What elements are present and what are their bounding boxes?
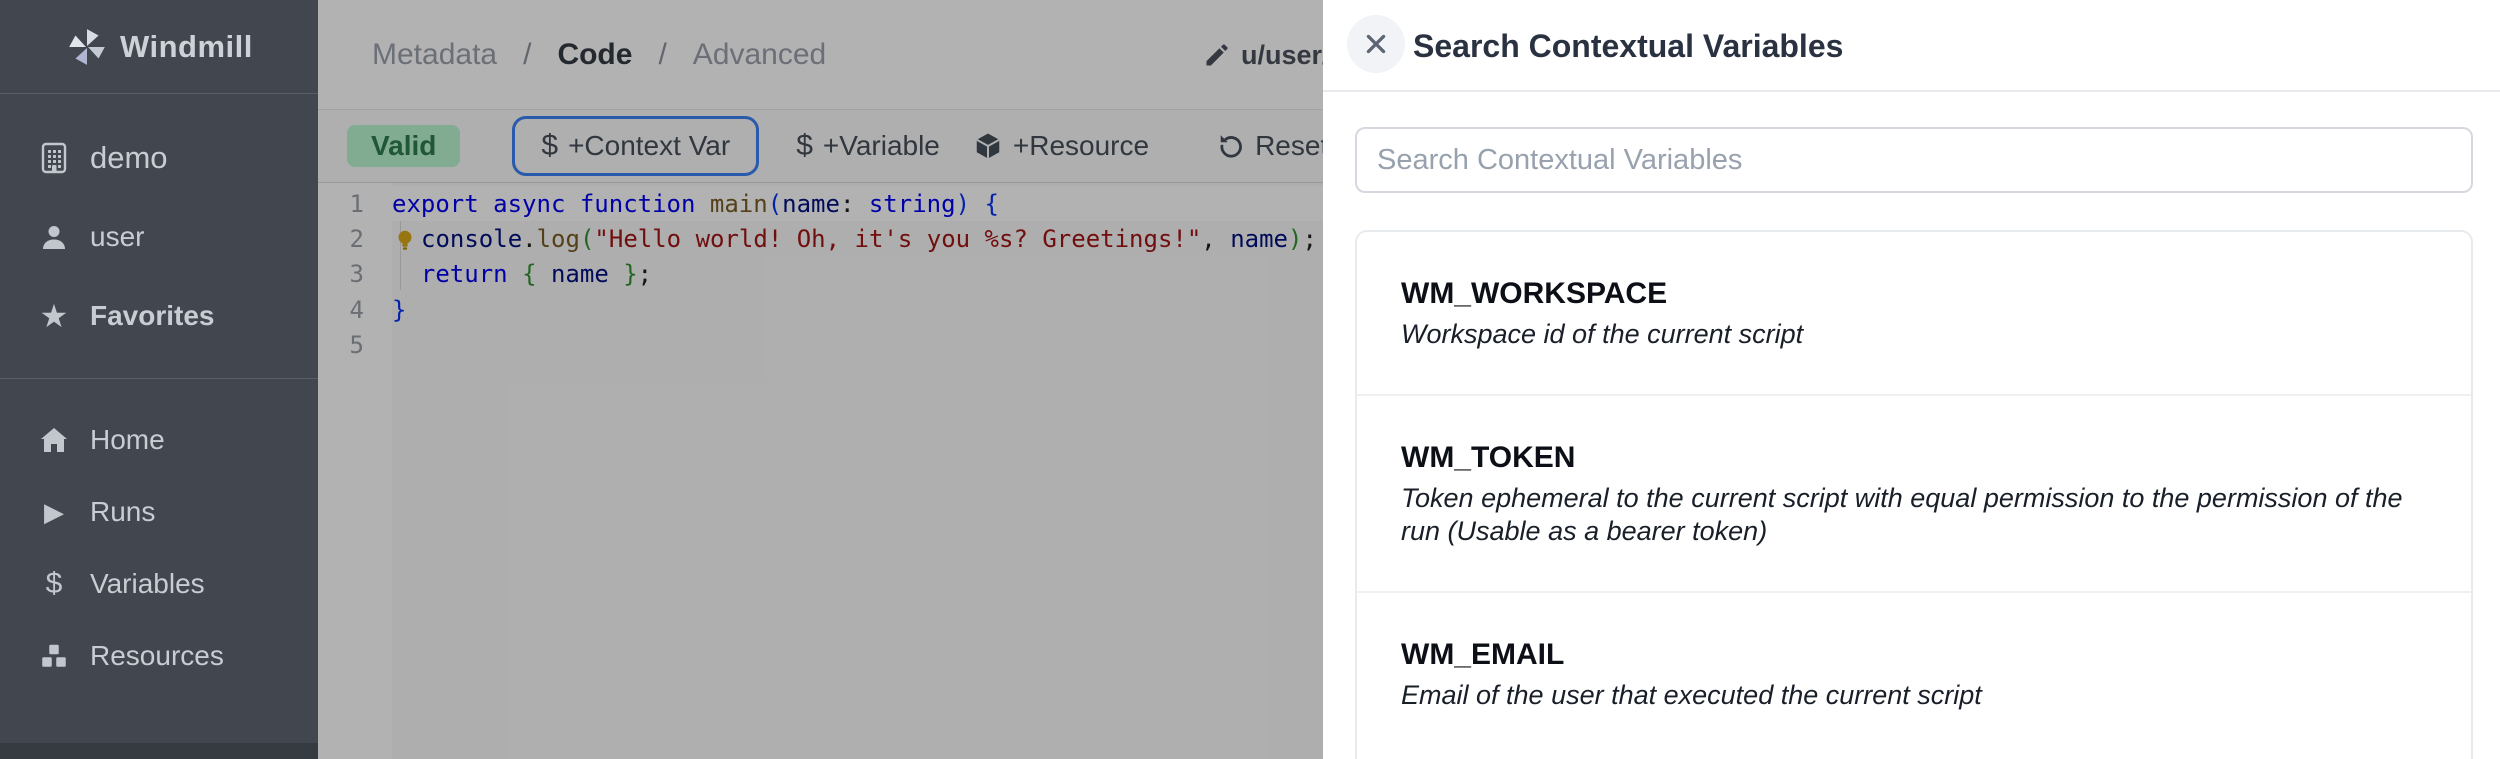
variable-description: Workspace id of the current script [1401, 318, 2427, 352]
windmill-logo-text: Windmill [120, 29, 253, 65]
close-drawer-button[interactable] [1347, 15, 1405, 73]
sidebar-item-runs[interactable]: ▶ Runs [0, 476, 318, 548]
variable-name: WM_EMAIL [1401, 638, 2427, 672]
windmill-logo-icon [66, 26, 108, 68]
user-icon [38, 220, 70, 254]
sidebar-item-label: Resources [90, 640, 224, 672]
building-icon [38, 141, 70, 175]
drawer-title: Search Contextual Variables [1413, 28, 1843, 65]
sidebar-footer [0, 743, 318, 759]
sidebar-item-user[interactable]: user [0, 197, 318, 276]
variable-list: WM_WORKSPACE Workspace id of the current … [1355, 230, 2473, 759]
variable-name: WM_TOKEN [1401, 441, 2427, 475]
search-variables-drawer: Search Contextual Variables WM_WORKSPACE… [1323, 0, 2500, 759]
drawer-divider [1323, 90, 2500, 92]
star-icon: ★ [38, 299, 70, 333]
variable-list-item[interactable]: WM_EMAIL Email of the user that executed … [1357, 591, 2471, 755]
cubes-icon [38, 639, 70, 673]
sidebar-item-label: Runs [90, 496, 155, 528]
sidebar-item-label: Favorites [90, 300, 215, 332]
sidebar-item-workspace[interactable]: demo [0, 118, 318, 197]
variable-description: Email of the user that executed the curr… [1401, 679, 2427, 713]
sidebar-workspace-section: demo user ★ Favorites [0, 118, 318, 355]
variable-list-item[interactable]: WM_WORKSPACE Workspace id of the current … [1357, 232, 2471, 394]
drawer-backdrop[interactable] [318, 0, 1323, 759]
sidebar-item-label: Variables [90, 568, 205, 600]
windmill-app: Metadata / Code / Advanced u/user/l Vali… [0, 0, 2500, 759]
sidebar-nav-section: Home ▶ Runs $ Variables Resources [0, 404, 318, 692]
sidebar-item-resources[interactable]: Resources [0, 620, 318, 692]
sidebar-item-home[interactable]: Home [0, 404, 318, 476]
sidebar: Windmill demo user ★ Favorites Home ▶ Runs $ Va… [0, 0, 318, 759]
close-icon [1363, 31, 1389, 57]
home-icon [38, 423, 70, 457]
variable-description: Token ephemeral to the current script wi… [1401, 482, 2427, 549]
sidebar-item-favorites[interactable]: ★ Favorites [0, 276, 318, 355]
variable-name: WM_WORKSPACE [1401, 277, 2427, 311]
sidebar-divider [0, 378, 318, 379]
sidebar-item-label: Home [90, 424, 165, 456]
dollar-icon: $ [38, 567, 70, 601]
sidebar-item-label: user [90, 221, 144, 253]
sidebar-item-label: demo [90, 140, 168, 176]
variable-list-item[interactable]: WM_TOKEN Token ephemeral to the current s… [1357, 394, 2471, 591]
search-input[interactable] [1355, 127, 2473, 193]
play-icon: ▶ [38, 495, 70, 529]
sidebar-item-variables[interactable]: $ Variables [0, 548, 318, 620]
windmill-logo[interactable]: Windmill [0, 0, 318, 94]
